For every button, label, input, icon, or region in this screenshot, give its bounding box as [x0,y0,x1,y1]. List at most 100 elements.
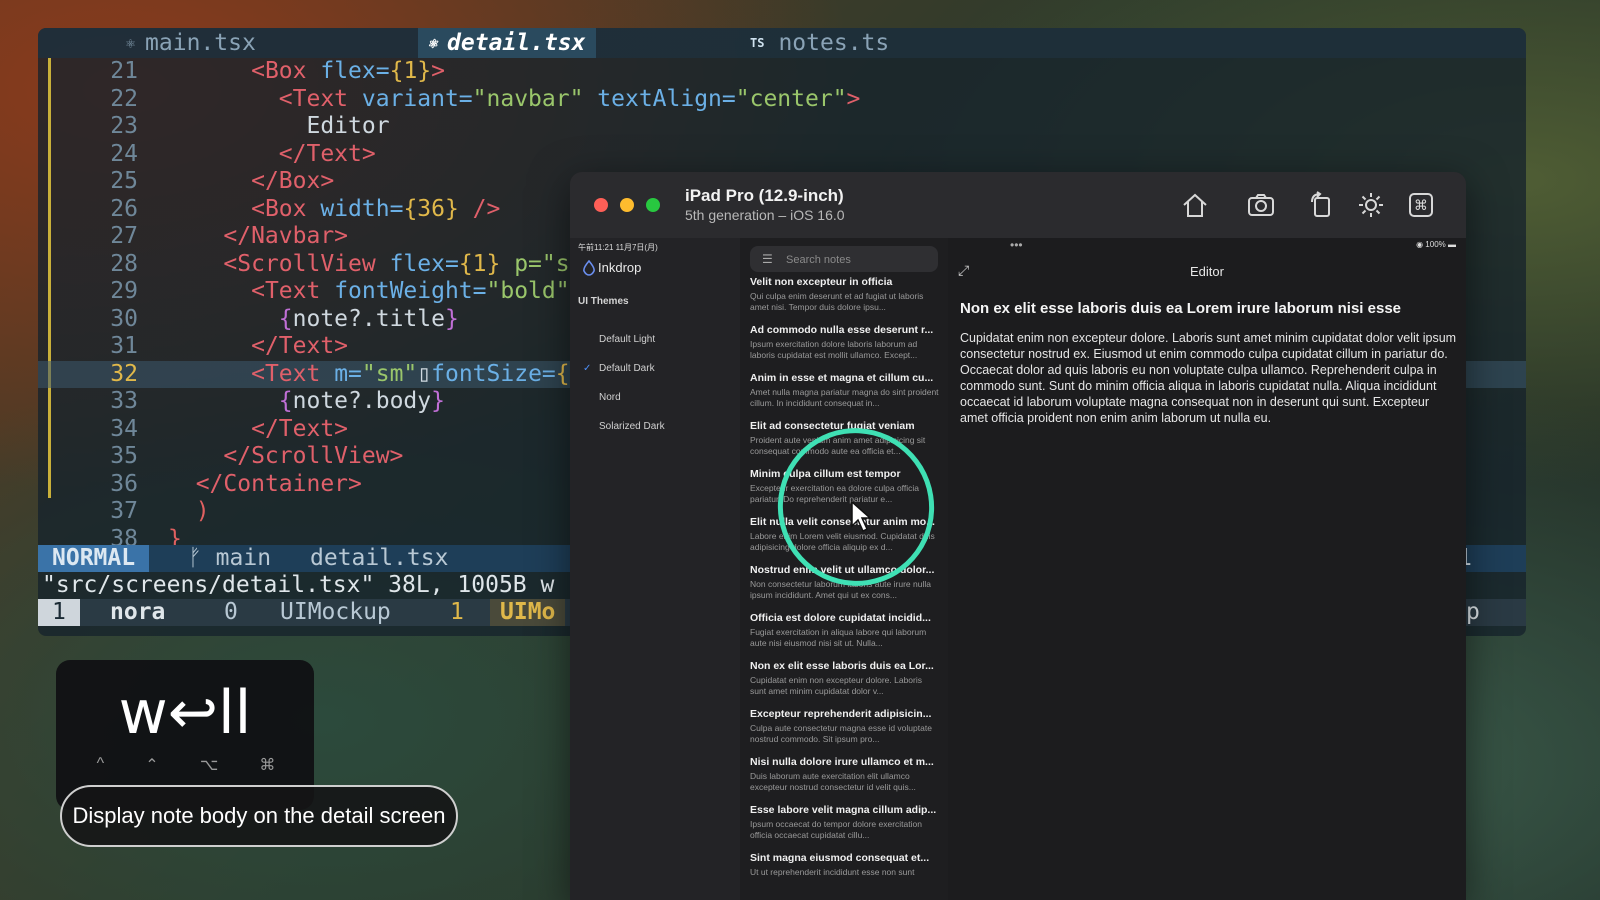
mouse-pointer-icon [851,500,872,533]
line-number: 25 [110,168,138,194]
rotate-icon[interactable] [1306,190,1336,220]
battery-percent: 100% [1425,240,1446,249]
line-number: 27 [110,223,138,249]
tmux-window-index: 1 [38,599,80,626]
note-list-item[interactable]: Esse labore velit magna cillum adip... Ip… [750,804,940,840]
tab-notes-ts[interactable]: TS notes.ts [750,28,889,58]
code-text: <ScrollView flex={1} p="s [223,250,570,277]
code-text: <Text fontWeight="bold" [251,278,570,304]
note-title: Nisi nulla dolore irure ullamco et m... [750,756,934,768]
note-snippet: Ipsum exercitation dolore laboris laboru… [750,339,918,360]
code-text: </Container> [195,470,362,497]
typescript-icon: TS [750,36,765,50]
simulator-titlebar: iPad Pro (12.9-inch) 5th generation – iO… [570,172,1466,239]
note-title: Excepteur reprehenderit adipisicin... [750,708,932,720]
code-text: </Box> [251,168,335,194]
note-list-item[interactable]: Non ex elit esse laboris duis ea Lor... C… [750,660,940,696]
line-number: 34 [110,415,138,442]
note-snippet: Fugiat exercitation in aliqua labore qui… [750,627,927,648]
note-snippet: Duis laborum aute exercitation elit ulla… [750,771,916,792]
appearance-icon[interactable] [1356,190,1386,220]
note-snippet: Ipsum occaecat do tempor dolore exercita… [750,819,922,840]
sidebar-item-theme[interactable]: Default Light [599,334,655,345]
code-text: </Navbar> [223,223,349,249]
editor-pane: ••• ◉ 100% ▬ ⤢ Editor Non ex elit esse l… [948,238,1466,900]
code-text: </Text> [251,415,349,442]
note-list-item[interactable]: Ad commodo nulla esse deserunt r... Ipsum… [750,324,940,360]
code-text: ) [195,498,210,524]
wifi-icon: ◉ [1416,240,1424,249]
code-line[interactable]: 24 </Text> [38,141,1526,169]
code-text: <Box flex={1}> [251,58,445,84]
sidebar-item-theme[interactable]: Nord [599,392,621,403]
line-number: 24 [110,140,138,167]
line-number: 22 [110,85,138,112]
line-number: 21 [110,58,138,84]
note-title: Sint magna eiusmod consequat et... [750,852,930,864]
video-caption: Display note body on the detail screen [60,785,458,847]
code-line[interactable]: 23 Editor [38,113,1526,141]
line-number: 28 [110,250,138,277]
note-snippet: Culpa aute consectetur magna esse id vol… [750,723,932,744]
search-bar[interactable]: ☰ [750,246,938,272]
code-line[interactable]: 22 <Text variant="navbar" textAlign="cen… [38,86,1526,114]
tmux-right: p [1466,599,1480,625]
code-text: </Text> [278,140,376,167]
vim-mode: NORMAL [38,545,150,572]
note-list-item[interactable]: Sint magna eiusmod consequat et... Ut ut … [750,852,940,888]
line-number: 26 [110,195,138,222]
react-icon: ⚛ [428,34,438,52]
code-text: <Box width={36} /> [251,195,501,222]
note-snippet: Qui culpa enim deserunt et ad fugiat ut … [750,291,924,312]
note-list-item[interactable]: Excepteur reprehenderit adipisicin... Cul… [750,708,940,744]
note-body[interactable]: Cupidatat enim non excepteur dolore. Lab… [960,330,1460,426]
tab-detail-tsx[interactable]: ⚛ detail.tsx [418,28,596,58]
react-icon: ⚛ [126,34,136,52]
code-text: </ScrollView> [223,443,404,469]
pressed-keys: w↩ll [118,678,252,748]
code-text: <Text variant="navbar" textAlign="center… [278,85,861,112]
shift-icon: ^ [96,755,105,772]
sidebar-item-theme[interactable]: Default Dark [599,363,655,374]
zoom-button[interactable] [646,198,660,212]
line-number: 32 [110,360,138,387]
tmux-window-name: UIMockup [280,599,391,625]
sidebar-item-theme[interactable]: Solarized Dark [599,421,665,432]
svg-text:⌘: ⌘ [1414,198,1428,214]
more-dots-icon[interactable]: ••• [1010,238,1023,252]
note-list-item[interactable]: Nisi nulla dolore irure ullamco et m... D… [750,756,940,792]
section-ui-themes: UI Themes [578,296,629,307]
note-snippet: Amet nulla magna pariatur magna do sint … [750,387,939,408]
search-input[interactable] [784,249,938,271]
menu-icon[interactable]: ☰ [762,252,773,266]
line-number: 30 [110,305,138,332]
control-icon: ⌃ [145,757,159,774]
git-branch: ᚠ main [188,545,272,571]
option-icon: ⌥ [199,757,219,774]
note-title: Velit non excepteur in officia [750,276,893,288]
command-line: "src/screens/detail.tsx" 38L, 1005B w [42,572,555,598]
home-icon[interactable] [1180,190,1210,220]
line-number: 33 [110,388,138,414]
note-title: Anim in esse et magna et cillum cu... [750,372,934,384]
simulator-window: iPad Pro (12.9-inch) 5th generation – iO… [570,172,1466,900]
tab-main-tsx[interactable]: ⚛ main.tsx [126,28,256,58]
note-list-item[interactable]: Velit non excepteur in officia Qui culpa … [750,276,940,312]
command-key-icon[interactable]: ⌘ [1406,190,1436,220]
note-heading[interactable]: Non ex elit esse laboris duis ea Lorem i… [960,300,1460,317]
code-text: Editor [168,113,390,139]
note-title: Non ex elit esse laboris duis ea Lor... [750,660,934,672]
line-number: 29 [110,278,138,304]
modifier-keys: ^ ⌃ ⌥ ⌘ [76,755,296,775]
inkdrop-logo-icon [583,260,595,276]
device-subtitle: 5th generation – iOS 16.0 [685,207,845,223]
close-button[interactable] [594,198,608,212]
note-list-item[interactable]: Officia est dolore cupidatat incidid... F… [750,612,940,648]
note-snippet: Cupidatat enim non excepteur dolore. Lab… [750,675,922,696]
minimize-button[interactable] [620,198,634,212]
code-line[interactable]: 21 <Box flex={1}> [38,58,1526,86]
screenshot-icon[interactable] [1246,190,1276,220]
status-time: 午前11:21 11月7日(月) [578,243,658,252]
sidebar: 午前11:21 11月7日(月) Inkdrop UI Themes Defau… [570,238,741,900]
note-list-item[interactable]: Anim in esse et magna et cillum cu... Ame… [750,372,940,408]
